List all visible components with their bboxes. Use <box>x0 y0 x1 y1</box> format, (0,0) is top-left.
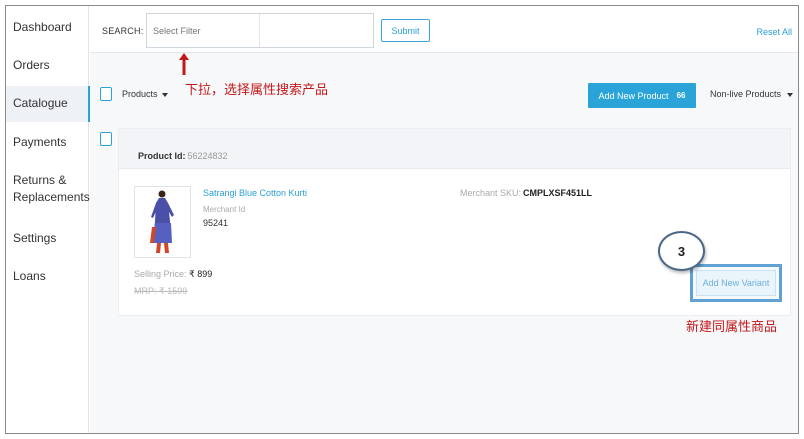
sidebar-item-orders[interactable]: Orders <box>6 57 89 74</box>
add-new-product-button[interactable]: Add New Product 66 <box>588 83 696 108</box>
non-live-products-label: Non-live Products <box>710 89 782 99</box>
sidebar-item-dashboard[interactable]: Dashboard <box>6 19 89 36</box>
selling-price: Selling Price: ₹ 899 <box>134 269 213 279</box>
product-id: Product Id: 56224832 <box>138 151 228 161</box>
products-dropdown[interactable]: Products <box>122 89 168 99</box>
product-card-header: Product Id: 56224832 <box>119 129 790 169</box>
chevron-down-icon <box>787 92 794 97</box>
sidebar-item-payments[interactable]: Payments <box>6 134 89 151</box>
sidebar-item-returns[interactable]: Returns & Replacements <box>6 172 90 206</box>
main-content: SEARCH: Submit Reset All 下拉，选择属性搜索产品 Pro… <box>90 6 798 433</box>
dropdown-annotation: 下拉，选择属性搜索产品 <box>185 83 329 98</box>
up-arrow-annotation-icon <box>179 53 189 75</box>
merchant-id-label: Merchant Id <box>203 205 246 214</box>
add-new-product-label: Add New Product <box>598 90 669 101</box>
reset-all-link[interactable]: Reset All <box>756 27 792 37</box>
search-filter-input[interactable] <box>147 14 260 47</box>
sidebar-item-loans[interactable]: Loans <box>6 268 89 285</box>
add-new-variant-button[interactable]: Add New Variant <box>696 270 776 296</box>
product-row-checkbox[interactable] <box>100 132 112 146</box>
product-thumbnail[interactable] <box>134 186 191 258</box>
sidebar: Dashboard Orders Catalogue Payments Retu… <box>6 6 90 433</box>
chevron-down-icon <box>161 92 168 97</box>
variant-annotation: 新建同属性商品 <box>686 320 778 335</box>
search-filter-box[interactable] <box>146 13 374 48</box>
merchant-sku: Merchant SKU: CMPLXSF451LL <box>460 188 593 198</box>
product-code: 95241 <box>203 218 229 228</box>
search-label: SEARCH: <box>102 26 144 36</box>
products-dropdown-label: Products <box>122 89 158 99</box>
submit-button[interactable]: Submit <box>381 19 430 42</box>
mrp-price: MRP: ₹ 1599 <box>134 286 188 296</box>
kurti-image-icon <box>150 190 174 253</box>
variant-highlight-box: Add New Variant <box>690 264 782 302</box>
search-bar: SEARCH: Submit Reset All <box>90 6 798 53</box>
product-name-link[interactable]: Satrangi Blue Cotton Kurti <box>203 188 307 198</box>
non-live-products-dropdown[interactable]: Non-live Products <box>710 89 794 99</box>
app-window: Dashboard Orders Catalogue Payments Retu… <box>5 5 799 434</box>
step-number-badge: 3 <box>658 231 705 271</box>
sidebar-item-settings[interactable]: Settings <box>6 230 89 247</box>
select-all-checkbox[interactable] <box>100 87 112 101</box>
sidebar-item-catalogue[interactable]: Catalogue <box>6 86 90 122</box>
product-count-badge: 66 <box>676 91 686 100</box>
